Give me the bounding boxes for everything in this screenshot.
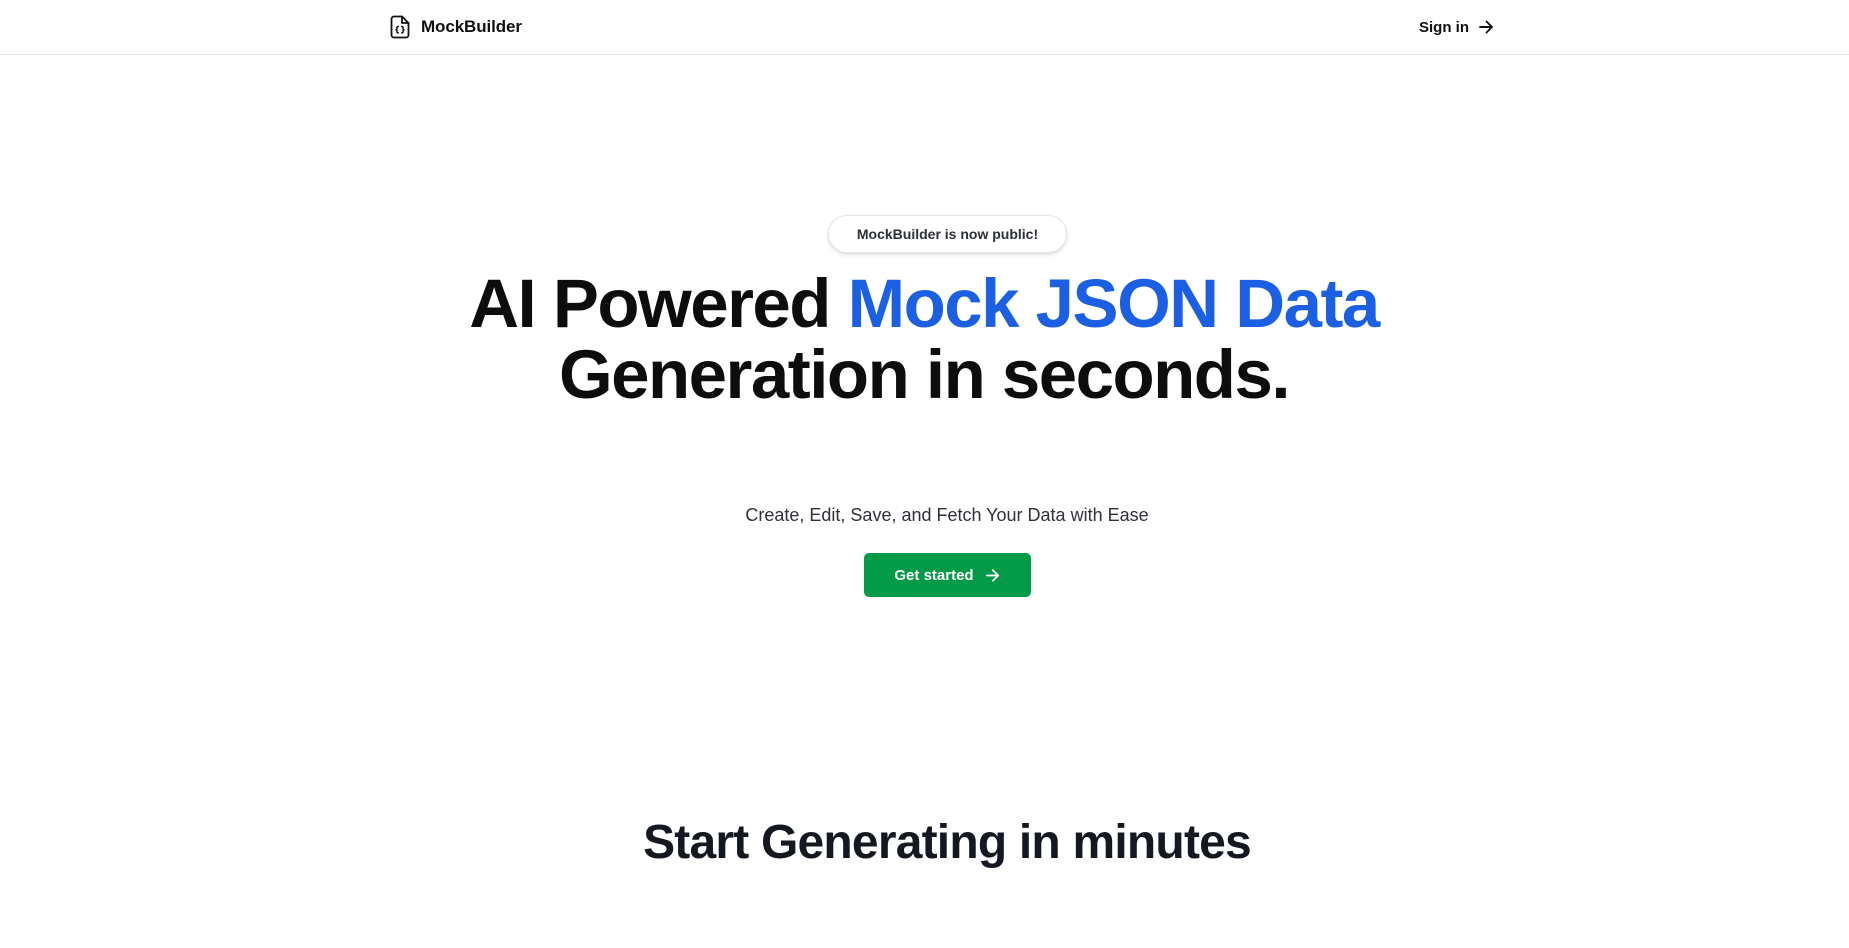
sign-in-label: Sign in <box>1419 18 1469 36</box>
file-json-icon <box>390 15 410 39</box>
hero-title-suffix: Generation in seconds. <box>558 336 1291 413</box>
hero-title-highlight: Mock JSON Data <box>847 265 1381 342</box>
hero-title: AI Powered Mock JSON Data Generation in … <box>424 268 1424 410</box>
sign-in-link[interactable]: Sign in <box>1419 15 1495 39</box>
announcement-badge[interactable]: MockBuilder is now public! <box>828 215 1067 253</box>
brand-name: MockBuilder <box>421 17 522 36</box>
get-started-button[interactable]: Get started <box>864 553 1031 597</box>
arrow-right-icon <box>1479 20 1493 34</box>
top-navbar: MockBuilder Sign in <box>0 0 1849 55</box>
section-title: Start Generating in minutes <box>643 816 1252 869</box>
hero-title-prefix: AI Powered <box>469 265 848 342</box>
arrow-right-icon <box>985 568 999 582</box>
brand-logo-link[interactable]: MockBuilder <box>389 14 522 40</box>
get-started-label: Get started <box>894 566 974 584</box>
hero-subtitle: Create, Edit, Save, and Fetch Your Data … <box>745 505 1149 525</box>
